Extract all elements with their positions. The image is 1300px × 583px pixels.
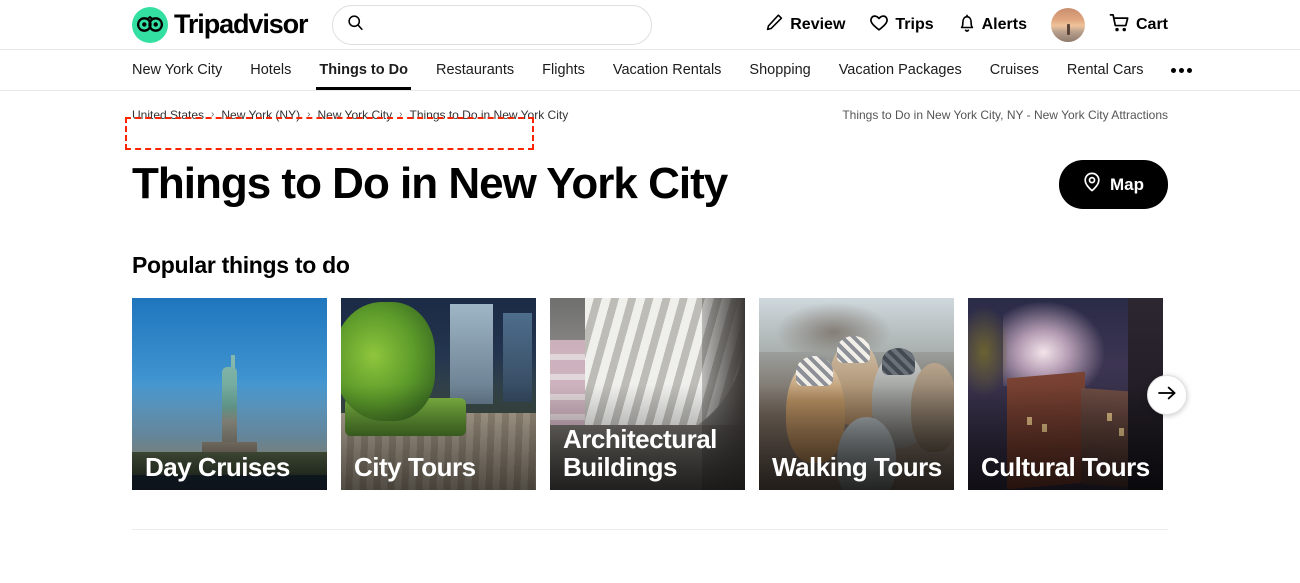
- breadcrumb-item-new-york-city[interactable]: New York City: [317, 108, 392, 122]
- map-pin-icon: [1083, 172, 1101, 197]
- breadcrumb-item-united-states[interactable]: United States: [132, 108, 204, 122]
- nav-item-vacation-rentals[interactable]: Vacation Rentals: [599, 50, 736, 90]
- popular-card-walking-tours[interactable]: Walking Tours: [759, 298, 954, 490]
- breadcrumb-item-things-to-do[interactable]: Things to Do in New York City: [409, 108, 568, 122]
- page-tagline: Things to Do in New York City, NY - New …: [842, 107, 1168, 122]
- bell-icon: [958, 13, 976, 38]
- popular-card-architectural-buildings[interactable]: Architectural Buildings: [550, 298, 745, 490]
- nav-item-new-york-city[interactable]: New York City: [132, 50, 236, 90]
- review-label: Review: [790, 16, 846, 33]
- popular-card-city-tours[interactable]: City Tours: [341, 298, 536, 490]
- popular-card-label: City Tours: [354, 451, 476, 482]
- heart-icon: [869, 13, 889, 37]
- owl-logo-icon: [132, 6, 168, 43]
- nav-label: Shopping: [749, 62, 811, 78]
- section-divider: [132, 529, 1168, 530]
- review-button[interactable]: Review: [765, 13, 845, 37]
- popular-card-day-cruises[interactable]: Day Cruises: [132, 298, 327, 490]
- breadcrumb-separator: ›: [399, 109, 403, 120]
- nav-item-vacation-packages[interactable]: Vacation Packages: [825, 50, 976, 90]
- cart-icon: [1109, 13, 1130, 38]
- nav-item-things-to-do[interactable]: Things to Do: [305, 50, 422, 90]
- nav-label: Vacation Rentals: [612, 62, 722, 78]
- primary-nav: New York City Hotels Things to Do Restau…: [0, 50, 1300, 91]
- nav-label: Rental Cars: [1066, 62, 1144, 78]
- nav-label: Cruises: [989, 62, 1039, 78]
- map-button-label: Map: [1110, 174, 1144, 194]
- alerts-label: Alerts: [981, 16, 1027, 33]
- popular-card-label: Cultural Tours: [981, 451, 1150, 482]
- avatar[interactable]: [1050, 8, 1085, 42]
- search-container[interactable]: [332, 4, 653, 45]
- popular-carousel: Day Cruises City Tours Architectural Bui…: [0, 279, 1300, 490]
- breadcrumb-row: United States › New York (NY) › New York…: [0, 91, 1300, 138]
- tripadvisor-logo[interactable]: Tripadvisor: [132, 6, 309, 43]
- map-button[interactable]: Map: [1059, 160, 1168, 209]
- nav-item-rental-cars[interactable]: Rental Cars: [1053, 50, 1158, 90]
- nav-item-restaurants[interactable]: Restaurants: [422, 50, 528, 90]
- popular-cards: Day Cruises City Tours Architectural Bui…: [132, 298, 1168, 490]
- popular-card-label: Day Cruises: [145, 451, 290, 482]
- trips-button[interactable]: Trips: [869, 13, 934, 37]
- arrow-right-icon: [1157, 385, 1177, 406]
- breadcrumb-item-new-york-ny[interactable]: New York (NY): [221, 108, 300, 122]
- nav-label: Vacation Packages: [838, 62, 962, 78]
- nav-label: Restaurants: [435, 62, 515, 78]
- breadcrumb-separator: ›: [307, 109, 311, 120]
- nav-label: Hotels: [250, 62, 292, 78]
- pencil-icon: [765, 13, 784, 37]
- nav-item-flights[interactable]: Flights: [528, 50, 599, 90]
- nav-item-shopping[interactable]: Shopping: [735, 50, 824, 90]
- ellipsis-icon[interactable]: [1157, 50, 1206, 90]
- site-header: Tripadvisor Review Trips Alerts Cart: [0, 0, 1300, 50]
- title-row: Things to Do in New York City Map: [0, 138, 1300, 209]
- search-input[interactable]: [372, 16, 638, 33]
- trips-label: Trips: [895, 16, 934, 33]
- popular-card-cultural-tours[interactable]: Cultural Tours: [968, 298, 1163, 490]
- breadcrumb: United States › New York (NY) › New York…: [132, 108, 568, 122]
- nav-label: Things to Do: [319, 62, 408, 78]
- popular-section-heading: Popular things to do: [132, 252, 350, 278]
- search-box[interactable]: [332, 4, 653, 45]
- nav-label: Flights: [542, 62, 585, 78]
- breadcrumb-separator: ›: [211, 109, 215, 120]
- nav-item-hotels[interactable]: Hotels: [236, 50, 305, 90]
- brand-name: Tripadvisor: [174, 9, 309, 39]
- search-icon: [347, 14, 364, 36]
- carousel-next-button[interactable]: [1147, 375, 1187, 415]
- cart-label: Cart: [1135, 16, 1168, 33]
- popular-card-label: Walking Tours: [772, 451, 942, 482]
- nav-item-cruises[interactable]: Cruises: [976, 50, 1053, 90]
- header-actions: Review Trips Alerts Cart: [765, 0, 1168, 50]
- popular-card-label: Architectural Buildings: [563, 424, 717, 482]
- cart-button[interactable]: Cart: [1109, 13, 1168, 38]
- nav-label: New York City: [132, 62, 223, 78]
- alerts-button[interactable]: Alerts: [958, 13, 1027, 38]
- page-title: Things to Do in New York City: [132, 159, 728, 209]
